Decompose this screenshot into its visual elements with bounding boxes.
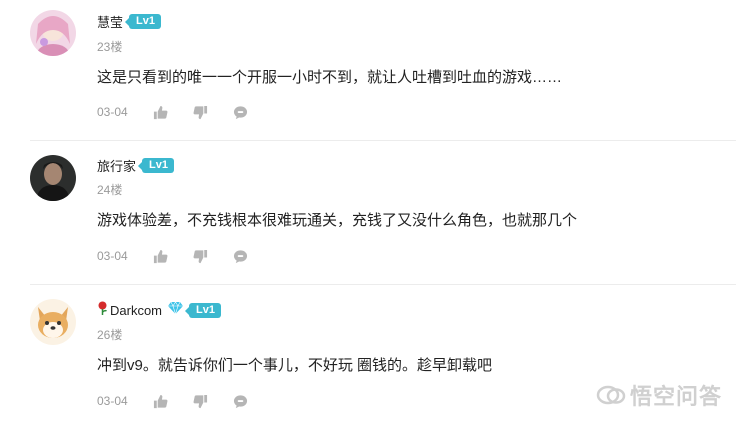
username[interactable]: Darkcom: [110, 303, 162, 318]
avatar[interactable]: [30, 299, 76, 345]
diamond-icon: [168, 301, 184, 319]
floor-number: 26楼: [97, 328, 123, 342]
like-icon: [153, 394, 168, 408]
comment-text: 冲到v9。就告诉你们一个事儿，不好玩 圈钱的。趁早卸载吧: [97, 357, 493, 374]
reply-button[interactable]: [233, 248, 273, 264]
rose-icon: [97, 301, 108, 320]
reply-icon: [233, 249, 248, 263]
like-icon: [153, 105, 168, 119]
avatar-image: [30, 10, 76, 56]
comment-text: 这是只看到的唯一一个开服一小时不到，就让人吐槽到吐血的游戏……: [97, 69, 563, 86]
reply-icon: [233, 394, 248, 408]
avatar[interactable]: [30, 10, 76, 56]
username[interactable]: 旅行家: [97, 156, 136, 175]
watermark-text: 悟空问答: [629, 384, 722, 409]
wukong-logo-icon: [596, 385, 626, 405]
comment-date: 03-04: [97, 394, 128, 408]
comment-text: 游戏体验差，不充钱根本很难玩通关，充钱了又没什么角色，也就那几个: [97, 212, 578, 229]
level-badge: Lv1: [138, 157, 174, 173]
avatar[interactable]: [30, 155, 76, 201]
reply-icon: [233, 105, 248, 119]
dislike-button[interactable]: [193, 248, 233, 264]
comment-item: 慧莹 Lv1 23楼 这是只看到的唯一一个开服一小时不到，就让人吐槽到吐血的游戏…: [0, 0, 736, 140]
like-icon: [153, 249, 168, 263]
reply-button[interactable]: [233, 104, 273, 120]
like-button[interactable]: [153, 104, 193, 120]
dislike-icon: [193, 105, 208, 119]
like-button[interactable]: [153, 248, 193, 264]
username[interactable]: 慧莹: [97, 12, 123, 31]
comment-item: 旅行家 Lv1 24楼 游戏体验差，不充钱根本很难玩通关，充钱了又没什么角色，也…: [0, 141, 736, 284]
level-badge: Lv1: [125, 13, 161, 29]
avatar-image: [30, 155, 76, 201]
dislike-icon: [193, 249, 208, 263]
dislike-button[interactable]: [193, 393, 233, 409]
comment-date: 03-04: [97, 249, 128, 263]
like-button[interactable]: [153, 393, 193, 409]
reply-button[interactable]: [233, 393, 273, 409]
avatar-image: [30, 299, 76, 345]
floor-number: 24楼: [97, 183, 123, 197]
level-badge: Lv1: [185, 302, 221, 318]
dislike-icon: [193, 394, 208, 408]
dislike-button[interactable]: [193, 104, 233, 120]
comment-date: 03-04: [97, 105, 128, 119]
floor-number: 23楼: [97, 40, 123, 54]
watermark: 悟空问答: [596, 379, 722, 411]
